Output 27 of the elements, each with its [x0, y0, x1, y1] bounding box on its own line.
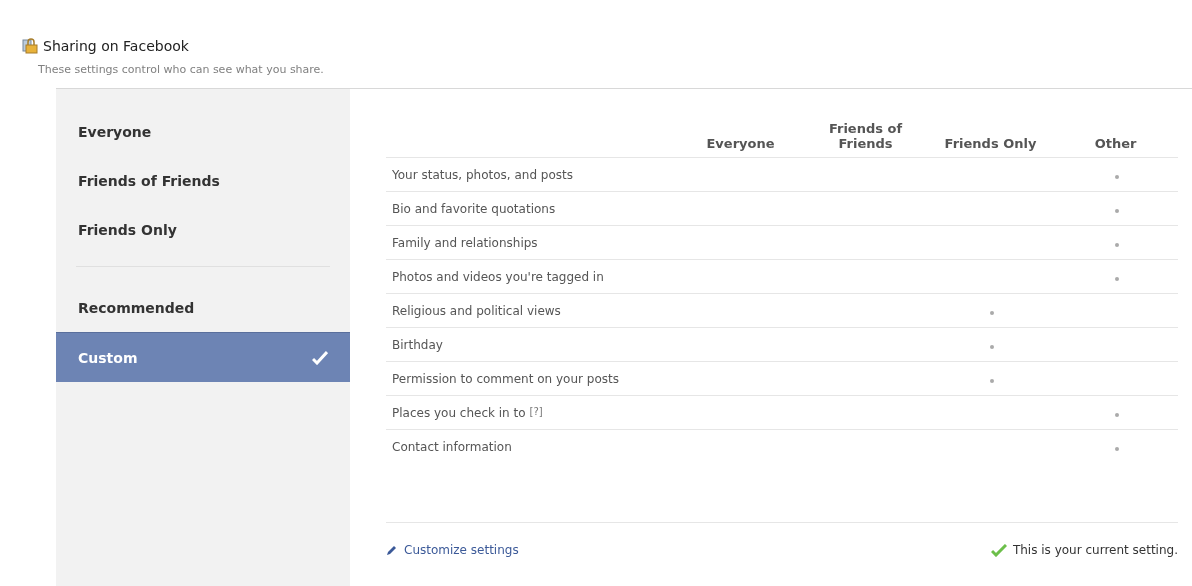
privacy-option[interactable]: Friends Only	[56, 205, 350, 254]
column-header: Everyone	[678, 121, 803, 158]
privacy-option[interactable]: Custom	[56, 332, 350, 382]
pencil-icon	[386, 544, 398, 556]
privacy-option[interactable]: Recommended	[56, 283, 350, 332]
setting-label: Contact information	[386, 429, 678, 463]
setting-label: Your status, photos, and posts	[386, 157, 678, 192]
privacy-option[interactable]: Everyone	[56, 107, 350, 156]
setting-label: Bio and favorite quotations	[386, 191, 678, 226]
column-header: Friends of Friends	[803, 121, 928, 158]
column-header: Friends Only	[928, 121, 1053, 158]
setting-label: Permission to comment on your posts	[386, 361, 678, 396]
check-icon	[312, 350, 328, 365]
setting-label: Religious and political views	[386, 293, 678, 328]
setting-label: Places you check in to [?]	[386, 395, 678, 430]
setting-label: Family and relationships	[386, 225, 678, 260]
lock-icon	[22, 38, 38, 54]
column-header: Other	[1053, 121, 1178, 158]
section-description: These settings control who can see what you share.	[38, 63, 325, 76]
privacy-option[interactable]: Friends of Friends	[56, 156, 350, 205]
section-title: Sharing on Facebook	[43, 38, 189, 54]
help-link[interactable]: [?]	[529, 405, 543, 417]
setting-label: Birthday	[386, 327, 678, 362]
customize-link[interactable]: Customize settings	[386, 543, 519, 557]
setting-label: Photos and videos you're tagged in	[386, 259, 678, 294]
status-text: This is your current setting.	[1012, 543, 1178, 557]
check-icon	[990, 543, 1007, 557]
